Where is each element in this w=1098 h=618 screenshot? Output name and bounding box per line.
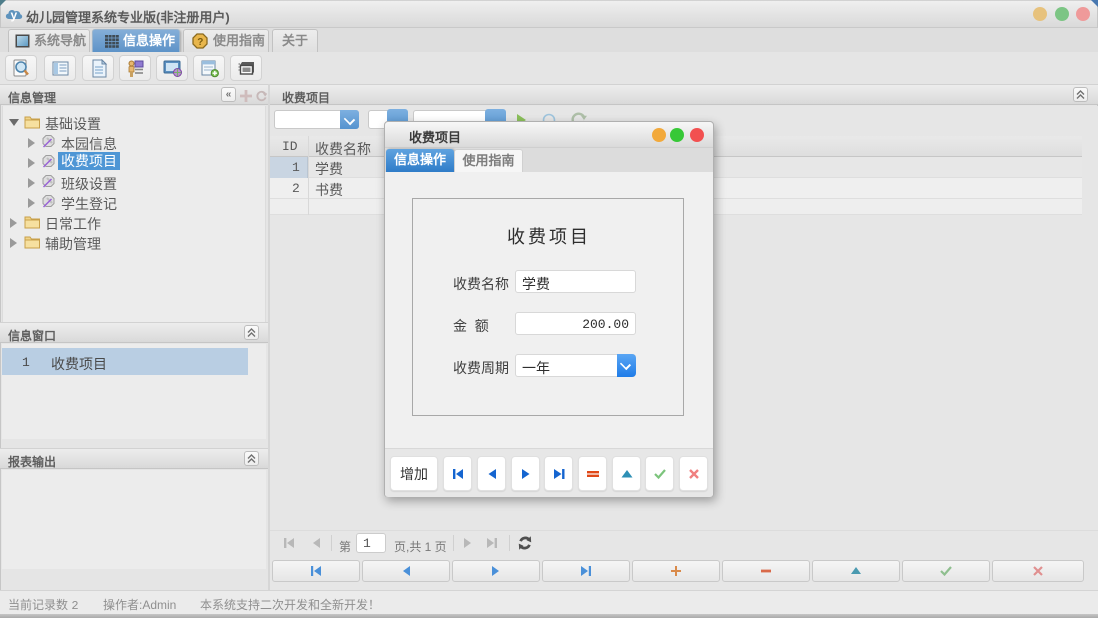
svg-text:y: y: [11, 8, 18, 22]
svg-text:?: ?: [197, 37, 203, 48]
